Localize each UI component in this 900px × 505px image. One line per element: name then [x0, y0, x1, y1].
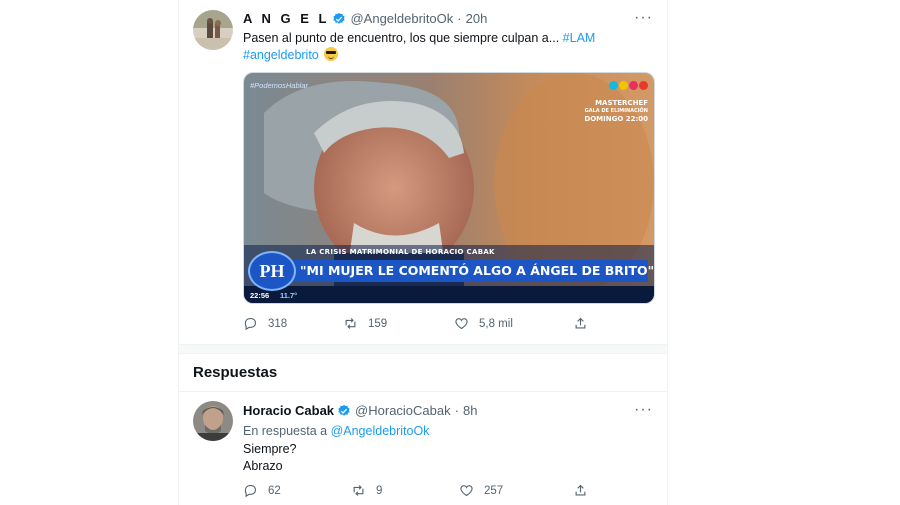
reply-tweet[interactable]: Horacio Cabak @HoracioCabak · 8h ··· En … [179, 392, 667, 505]
replies-heading: Respuestas [193, 364, 278, 381]
share-button[interactable] [573, 316, 598, 331]
like-button[interactable]: 257 [459, 483, 573, 498]
like-icon [455, 318, 468, 330]
tweet-text: Siempre? Abrazo [243, 441, 297, 475]
verified-badge-icon [338, 404, 350, 416]
tweet-header: A N G E L @AngeldebritoOk · 20h [243, 11, 487, 26]
avatar[interactable] [193, 10, 233, 50]
channel-logo-icon [609, 81, 648, 90]
lower-third-title: LA CRISIS MATRIMONIAL DE HORACIO CABAK [306, 248, 495, 256]
avatar[interactable] [193, 401, 233, 441]
retweet-count: 159 [368, 317, 388, 330]
retweet-icon [353, 485, 364, 496]
tv-promo: MASTERCHEF GALA DE ELIMINACIÓN DOMINGO 2… [584, 99, 648, 123]
reply-count: 318 [268, 317, 288, 330]
mention-link[interactable]: @AngeldebritoOk [331, 424, 430, 438]
reply-line: Abrazo [243, 459, 283, 473]
tweet-time[interactable]: 8h [463, 403, 477, 418]
author-handle[interactable]: @AngeldebritoOk [350, 11, 453, 26]
tweet-time[interactable]: 20h [466, 11, 488, 26]
tweet-actions: 318 159 5,8 mil [243, 316, 598, 331]
author-name[interactable]: Horacio Cabak [243, 403, 334, 418]
tweet-body: Pasen al punto de encuentro, los que sie… [243, 31, 560, 45]
lower-third-quote: "MI MUJER LE COMENTÓ ALGO A ÁNGEL DE BRI… [292, 260, 654, 282]
tweet-text: Pasen al punto de encuentro, los que sie… [243, 30, 653, 64]
promo-line: DOMINGO 22:00 [584, 115, 648, 123]
more-icon[interactable]: ··· [634, 402, 653, 418]
hashtag-link[interactable]: #angeldebrito [243, 48, 319, 62]
reply-line: Siempre? [243, 442, 297, 456]
like-count: 257 [484, 484, 504, 497]
retweet-button[interactable]: 9 [351, 483, 459, 498]
more-icon[interactable]: ··· [634, 10, 653, 26]
timeline-column: A N G E L @AngeldebritoOk · 20h ··· Pase… [178, 0, 668, 505]
retweet-count: 9 [376, 484, 383, 497]
like-icon [460, 485, 473, 497]
tweet-media-image[interactable]: #PodemosHablar MASTERCHEF GALA DE ELIMIN… [243, 72, 655, 304]
share-icon [575, 484, 586, 496]
promo-line: MASTERCHEF [595, 99, 648, 107]
section-divider [179, 344, 667, 354]
author-name[interactable]: A N G E L [243, 11, 329, 26]
separator-dot: · [457, 11, 462, 26]
reply-icon [244, 484, 257, 498]
like-button[interactable]: 5,8 mil [454, 316, 573, 331]
reply-count: 62 [268, 484, 281, 497]
sunglasses-emoji-icon [324, 47, 339, 61]
tweet-header: Horacio Cabak @HoracioCabak · 8h [243, 403, 477, 418]
like-count: 5,8 mil [479, 317, 513, 330]
retweet-icon [345, 318, 356, 329]
share-icon [575, 317, 586, 329]
in-reply-prefix: En respuesta a [243, 424, 328, 438]
tv-temperature: 11.7° [280, 291, 298, 300]
share-button[interactable] [573, 483, 598, 498]
program-logo: PH [248, 251, 296, 291]
reply-button[interactable]: 318 [243, 316, 343, 331]
tv-clock: 22:56 [250, 291, 270, 300]
reply-icon [244, 317, 257, 331]
promo-line: GALA DE ELIMINACIÓN [584, 108, 648, 114]
retweet-button[interactable]: 159 [343, 316, 454, 331]
in-reply-to: En respuesta a @AngeldebritoOk [243, 423, 429, 440]
tweet-actions: 62 9 257 [243, 483, 598, 498]
tv-hashtag: #PodemosHablar [250, 81, 308, 90]
author-handle[interactable]: @HoracioCabak [355, 403, 451, 418]
reply-button[interactable]: 62 [243, 483, 351, 498]
main-tweet[interactable]: A N G E L @AngeldebritoOk · 20h ··· Pase… [179, 0, 667, 345]
separator-dot: · [454, 403, 459, 418]
verified-badge-icon [333, 12, 346, 24]
hashtag-link[interactable]: #LAM [563, 31, 596, 45]
